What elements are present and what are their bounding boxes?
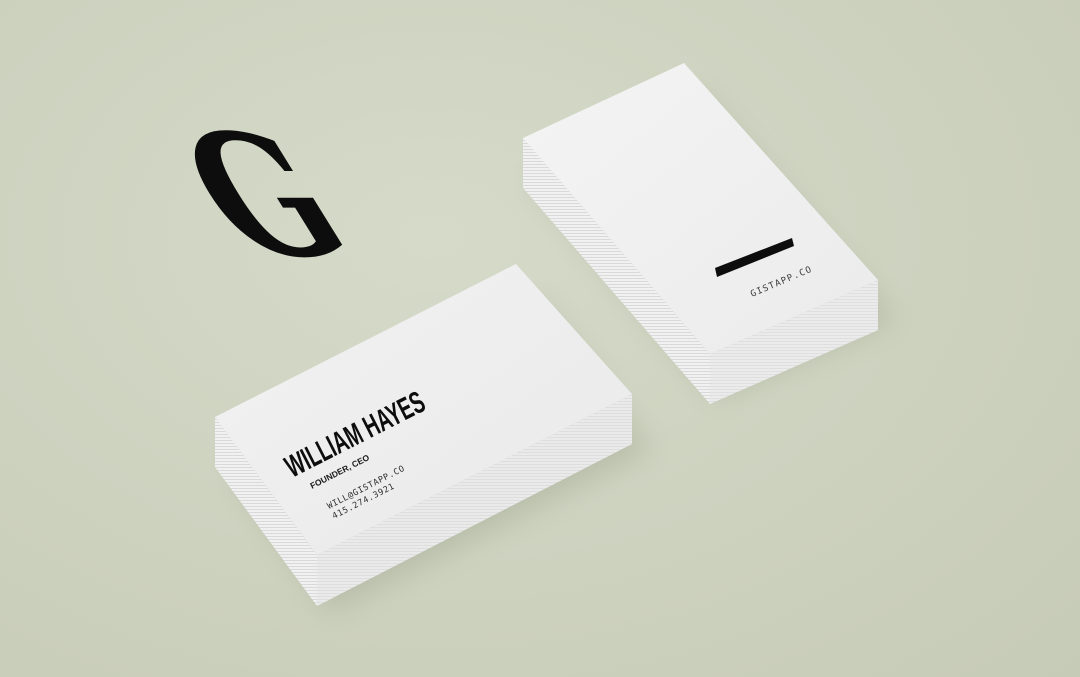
logo-letter-g: G	[145, 98, 385, 295]
business-card-mockup: G GISTAPP.CO WILLIAM HAYES FOUNDER, CEO …	[145, 63, 895, 612]
front-card-stack: WILLIAM HAYES FOUNDER, CEO WILL@GISTAPP.…	[215, 264, 650, 612]
back-card-logo: G	[145, 98, 385, 295]
mockup-scene: G GISTAPP.CO WILLIAM HAYES FOUNDER, CEO …	[0, 0, 1080, 677]
